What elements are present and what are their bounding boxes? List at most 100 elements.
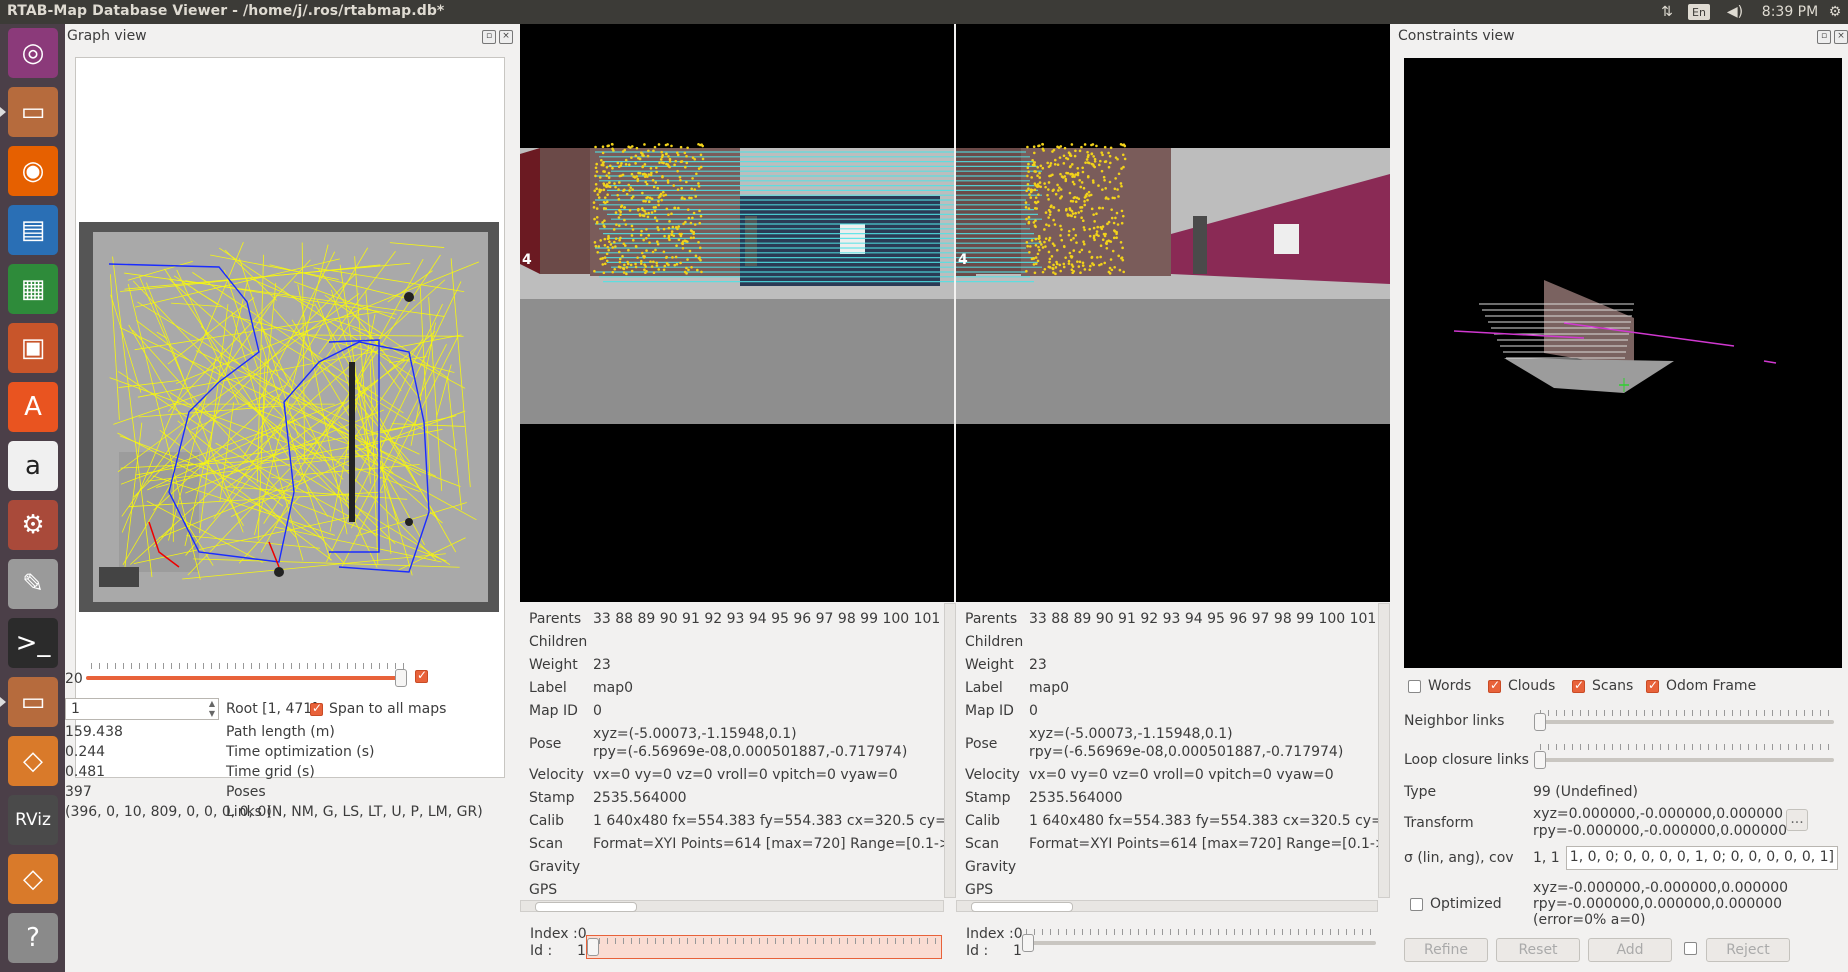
node-info-left-hscroll[interactable] (520, 900, 944, 912)
node-info-left-vscroll[interactable] (944, 603, 956, 898)
transform-xyz: xyz=0.000000,-0.000000,0.000000 (1533, 806, 1784, 822)
words-checkbox[interactable] (1408, 680, 1421, 693)
add-button[interactable]: Add (1588, 938, 1672, 962)
float-dock-icon[interactable]: ▫ (1817, 30, 1831, 44)
parents-label: Parents (529, 611, 582, 627)
stamp-value: 2535.564000 (1029, 790, 1123, 806)
transform-label: Transform (1404, 815, 1474, 831)
reset-button[interactable]: Reset (1496, 938, 1580, 962)
odom-frame-checkbox[interactable] (1646, 678, 1659, 693)
neighbor-links-slider[interactable] (1538, 720, 1834, 724)
image-view-right[interactable]: 4 (956, 24, 1390, 602)
close-dock-icon[interactable]: × (499, 30, 513, 44)
slider-ticks (1540, 744, 1832, 750)
rtabmap-icon[interactable]: ◇ (8, 736, 58, 786)
velocity-label: Velocity (965, 767, 1020, 783)
amazon-icon[interactable]: a (8, 441, 58, 491)
firefox-icon[interactable]: ◉ (8, 146, 58, 196)
gravity-label: Gravity (529, 859, 581, 875)
network-updown-icon[interactable]: ⇅ (1654, 2, 1680, 22)
software-center-icon[interactable]: A (8, 382, 58, 432)
scans-label: Scans (1592, 678, 1634, 694)
reject-checkbox[interactable] (1684, 942, 1697, 955)
node-spinbox[interactable]: 1 ▲ ▼ (65, 698, 219, 720)
graph-slider-value: 20 (65, 671, 83, 687)
calib-label: Calib (965, 813, 1001, 829)
top-menu-bar: RTAB-Map Database Viewer - /home/j/.ros/… (0, 0, 1848, 24)
graph-slider-track[interactable] (86, 676, 404, 680)
node-info-right[interactable]: Parents 33 88 89 90 91 92 93 94 95 96 97… (956, 603, 1380, 898)
node-info-left[interactable]: Parents 33 88 89 90 91 92 93 94 95 96 97… (520, 603, 944, 898)
sigma-label: σ (lin, ang), cov (1404, 850, 1514, 866)
index-label-left: Index :0 (530, 926, 587, 942)
type-label: Type (1404, 784, 1437, 800)
writer-icon[interactable]: ▤ (8, 205, 58, 255)
scan-value: Format=XYI Points=614 [max=720] Range=[0… (1029, 836, 1380, 852)
constraints-view-title: Constraints view (1398, 28, 1515, 44)
transform-more-button[interactable]: ... (1786, 809, 1808, 831)
index-slider-left[interactable] (586, 935, 942, 959)
node-info-right-vscroll[interactable] (1378, 603, 1390, 898)
neighbor-links-handle[interactable] (1534, 713, 1546, 731)
covariance-field[interactable]: 0, 0, 1, 0, 0; 0, 0, 0, 0, 1, 0; 0, 0, 0… (1566, 846, 1838, 870)
files-2-icon[interactable]: ▭ (8, 677, 58, 727)
svg-text:4: 4 (522, 252, 532, 268)
volume-icon[interactable]: ◀) (1722, 2, 1748, 22)
constraints-3d-view[interactable] (1404, 58, 1842, 668)
graph-enable-checkbox[interactable] (415, 668, 428, 683)
help-icon[interactable]: ? (8, 913, 58, 963)
scans-checkbox[interactable] (1572, 678, 1585, 693)
graph-slider-handle[interactable] (395, 669, 407, 687)
close-dock-icon[interactable]: × (1834, 30, 1848, 44)
calc-icon[interactable]: ▦ (8, 264, 58, 314)
refine-button[interactable]: Refine (1404, 938, 1488, 962)
weight-value: 23 (593, 657, 611, 673)
velocity-value: vx=0 vy=0 vz=0 vroll=0 vpitch=0 vyaw=0 (1029, 767, 1334, 783)
hscroll-thumb[interactable] (971, 902, 1073, 912)
label-label: Label (529, 680, 567, 696)
graph-canvas[interactable] (75, 57, 505, 778)
id-value-left: 1 (577, 943, 586, 959)
node-info-right-hscroll[interactable] (956, 900, 1378, 912)
root-label: Root [1, 471] (226, 701, 318, 717)
ubuntu-dash-icon[interactable]: ◎ (8, 28, 58, 78)
slider-ticks (1026, 929, 1372, 935)
gear-icon[interactable]: ⚙ (1822, 2, 1848, 22)
graph-view-title: Graph view (67, 28, 147, 44)
odom-frame-label: Odom Frame (1666, 678, 1757, 694)
id-value-right: 1 (1013, 943, 1022, 959)
hscroll-thumb[interactable] (535, 902, 637, 912)
terminal-icon[interactable]: >_ (8, 618, 58, 668)
rviz-icon[interactable]: RViz (8, 795, 58, 845)
files-icon[interactable]: ▭ (8, 87, 58, 137)
text-editor-icon[interactable]: ✎ (8, 559, 58, 609)
clock[interactable]: 8:39 PM (1758, 2, 1822, 22)
reject-button[interactable]: Reject (1706, 938, 1790, 962)
optimized-rpy: rpy=-0.000000,0.000000,0.000000 (1533, 896, 1783, 912)
rtabmap-2-icon[interactable]: ◇ (8, 854, 58, 904)
stat-value: 397 (65, 784, 92, 800)
image-view-left[interactable]: 4 (520, 24, 954, 602)
clouds-checkbox[interactable] (1488, 678, 1501, 693)
graph-map-image (79, 222, 499, 612)
optimized-error: (error=0% a=0) (1533, 912, 1646, 928)
keyboard-indicator[interactable]: En (1688, 4, 1710, 20)
float-dock-icon[interactable]: ▫ (482, 30, 496, 44)
loop-closure-slider[interactable] (1538, 758, 1834, 762)
sigma-value: 1, 1 (1533, 850, 1560, 866)
impress-icon[interactable]: ▣ (8, 323, 58, 373)
span-maps-checkbox[interactable] (310, 701, 323, 716)
index-slider-right-handle[interactable] (1022, 934, 1034, 952)
index-slider-right[interactable] (1022, 929, 1376, 959)
index-slider-left-handle[interactable] (587, 938, 599, 956)
system-settings-icon[interactable]: ⚙ (8, 500, 58, 550)
stat-label: Time grid (s) (226, 764, 315, 780)
constraints-vscroll[interactable] (1828, 58, 1834, 668)
optimized-checkbox[interactable] (1410, 898, 1423, 911)
parents-value: 33 88 89 90 91 92 93 94 95 96 97 98 99 1… (1029, 611, 1380, 627)
loop-closure-handle[interactable] (1534, 751, 1546, 769)
label-value: map0 (593, 680, 634, 696)
spin-arrows-icon[interactable]: ▲ ▼ (209, 699, 215, 719)
words-label: Words (1428, 678, 1472, 694)
gps-label: GPS (529, 882, 558, 898)
